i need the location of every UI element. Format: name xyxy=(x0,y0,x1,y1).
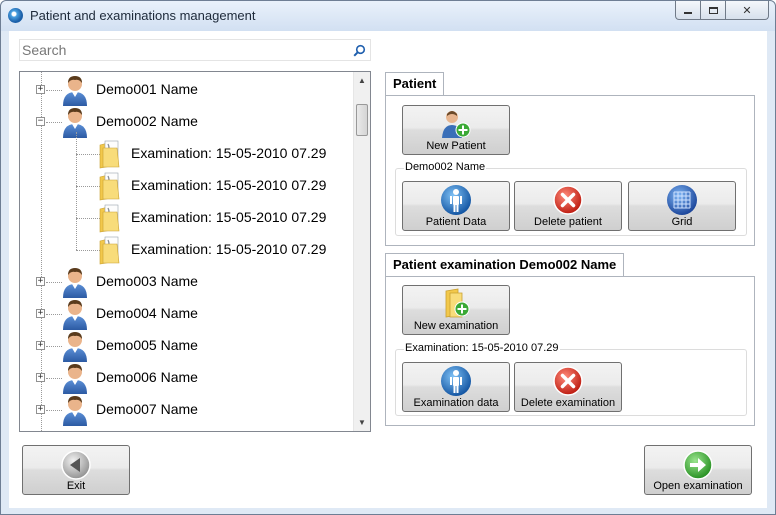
expand-icon[interactable]: + xyxy=(36,405,45,414)
patient-data-label: Patient Data xyxy=(425,216,487,228)
tree-patient-label[interactable]: Demo001 Name xyxy=(96,81,198,97)
window-controls: ✕ xyxy=(675,1,769,20)
person-icon xyxy=(61,106,89,138)
close-button[interactable]: ✕ xyxy=(726,1,769,20)
tree-connector xyxy=(46,314,62,315)
tree-connector xyxy=(76,154,100,155)
delete-x-icon xyxy=(553,366,583,396)
expand-icon[interactable]: + xyxy=(36,85,45,94)
patient-tree[interactable]: + Demo001 Name − Demo002 Name Examination… xyxy=(19,71,371,432)
tree-connector xyxy=(76,132,77,250)
tree-patient-label[interactable]: Demo003 Name xyxy=(96,273,198,289)
client-area: + Demo001 Name − Demo002 Name Examination… xyxy=(9,31,767,508)
tree-examination-label[interactable]: Examination: 15-05-2010 07.29 xyxy=(131,241,326,257)
scroll-thumb[interactable] xyxy=(356,104,368,136)
tree-connector xyxy=(46,90,62,91)
tab-patient-examination[interactable]: Patient examination Demo002 Name xyxy=(385,253,625,277)
person-icon xyxy=(61,266,89,298)
search-input[interactable] xyxy=(20,40,340,60)
patient-panel: New Patient Demo002 Name Patient Data De… xyxy=(385,95,755,246)
patient-tree-content: + Demo001 Name − Demo002 Name Examination… xyxy=(20,72,353,431)
app-icon xyxy=(8,8,23,23)
grid-button[interactable]: Grid xyxy=(628,181,736,231)
title-bar[interactable]: Patient and examinations management ✕ xyxy=(1,1,775,31)
new-patient-label: New Patient xyxy=(426,140,486,152)
tree-examination-label[interactable]: Examination: 15-05-2010 07.29 xyxy=(131,209,326,225)
maximize-button[interactable] xyxy=(701,1,726,20)
collapse-icon[interactable]: − xyxy=(36,117,45,126)
grid-icon xyxy=(667,185,697,215)
tree-connector xyxy=(76,186,100,187)
search-box xyxy=(19,39,371,61)
new-examination-label: New examination xyxy=(413,320,499,332)
window-title: Patient and examinations management xyxy=(30,8,256,23)
delete-patient-label: Delete patient xyxy=(534,216,602,228)
delete-x-icon xyxy=(553,185,583,215)
minimize-button[interactable] xyxy=(675,1,701,20)
person-icon xyxy=(61,298,89,330)
tree-connector xyxy=(46,410,62,411)
person-icon xyxy=(61,74,89,106)
open-examination-button[interactable]: Open examination xyxy=(644,445,752,495)
expand-icon[interactable]: + xyxy=(36,277,45,286)
folder-document-icon xyxy=(98,139,124,169)
app-window: Patient and examinations management ✕ + … xyxy=(0,0,776,515)
minimize-icon xyxy=(684,11,692,14)
expand-icon[interactable]: + xyxy=(36,341,45,350)
delete-examination-label: Delete examination xyxy=(520,397,616,409)
delete-patient-button[interactable]: Delete patient xyxy=(514,181,622,231)
examination-group-title: Examination: 15-05-2010 07.29 xyxy=(404,342,560,354)
folder-document-icon xyxy=(98,171,124,201)
add-folder-icon xyxy=(445,288,470,318)
examination-data-button[interactable]: Examination data xyxy=(402,362,510,412)
add-person-icon xyxy=(442,111,471,138)
tree-connector xyxy=(46,122,62,123)
tree-connector xyxy=(76,250,100,251)
person-info-icon xyxy=(441,366,471,396)
examination-panel: New examination Examination: 15-05-2010 … xyxy=(385,276,755,426)
tree-connector xyxy=(46,378,62,379)
exit-label: Exit xyxy=(66,480,86,492)
forward-arrow-icon xyxy=(683,450,713,480)
close-icon: ✕ xyxy=(742,4,752,17)
tree-scrollbar[interactable]: ▲ ▼ xyxy=(353,72,370,431)
patient-group-title: Demo002 Name xyxy=(404,161,487,173)
tree-patient-label[interactable]: Demo007 Name xyxy=(96,401,198,417)
tree-examination-label[interactable]: Examination: 15-05-2010 07.29 xyxy=(131,177,326,193)
back-arrow-icon xyxy=(61,450,91,480)
person-icon xyxy=(61,330,89,362)
delete-examination-button[interactable]: Delete examination xyxy=(514,362,622,412)
scroll-down-arrow-icon[interactable]: ▼ xyxy=(354,414,370,431)
tree-connector xyxy=(46,346,62,347)
folder-document-icon xyxy=(98,235,124,265)
patient-data-button[interactable]: Patient Data xyxy=(402,181,510,231)
search-icon[interactable] xyxy=(353,44,366,57)
tree-connector xyxy=(76,218,100,219)
maximize-icon xyxy=(708,6,718,14)
expand-icon[interactable]: + xyxy=(36,373,45,382)
folder-document-icon xyxy=(98,203,124,233)
person-info-icon xyxy=(441,185,471,215)
tree-connector xyxy=(46,282,62,283)
new-patient-button[interactable]: New Patient xyxy=(402,105,510,155)
examination-group: Examination: 15-05-2010 07.29 Examinatio… xyxy=(395,342,747,416)
grid-label: Grid xyxy=(671,216,693,228)
person-icon xyxy=(61,362,89,394)
patient-group: Demo002 Name Patient Data Delete patient… xyxy=(395,161,747,236)
person-icon xyxy=(61,394,89,426)
tree-patient-label[interactable]: Demo002 Name xyxy=(96,113,198,129)
scroll-up-arrow-icon[interactable]: ▲ xyxy=(354,72,370,89)
tree-patient-label[interactable]: Demo005 Name xyxy=(96,337,198,353)
exit-button[interactable]: Exit xyxy=(22,445,130,495)
expand-icon[interactable]: + xyxy=(36,309,45,318)
tree-patient-label[interactable]: Demo004 Name xyxy=(96,305,198,321)
open-examination-label: Open examination xyxy=(653,480,743,492)
tree-patient-label[interactable]: Demo006 Name xyxy=(96,369,198,385)
new-examination-button[interactable]: New examination xyxy=(402,285,510,335)
examination-data-label: Examination data xyxy=(413,397,499,409)
tab-patient[interactable]: Patient xyxy=(385,72,445,96)
tree-examination-label[interactable]: Examination: 15-05-2010 07.29 xyxy=(131,145,326,161)
